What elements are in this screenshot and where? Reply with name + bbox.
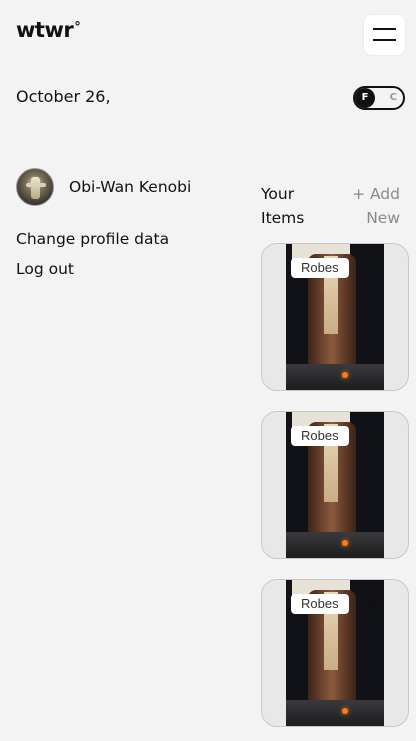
temperature-unit-toggle[interactable]: F C (353, 86, 405, 110)
change-profile-data-link[interactable]: Change profile data (16, 229, 169, 249)
current-date: October 26, (16, 87, 111, 106)
item-label: Robes (291, 426, 349, 446)
item-card[interactable]: Robes (261, 579, 409, 727)
logout-link[interactable]: Log out (16, 259, 74, 279)
hamburger-menu-icon-bar (373, 39, 396, 41)
item-label: Robes (291, 594, 349, 614)
toggle-active-unit: F (355, 88, 375, 108)
your-items-heading: Your Items (261, 185, 305, 227)
menu-button[interactable] (364, 15, 405, 55)
item-label: Robes (291, 258, 349, 278)
heart-outline-icon[interactable] (361, 427, 381, 445)
item-card[interactable]: Robes (261, 411, 409, 559)
username: Obi-Wan Kenobi (69, 178, 192, 196)
hamburger-menu-icon (373, 28, 396, 30)
app-logo[interactable]: wtwr° (16, 18, 81, 42)
logo-degree-mark: ° (74, 20, 81, 35)
item-card[interactable]: Robes (261, 243, 409, 391)
avatar (16, 168, 54, 206)
heart-outline-icon[interactable] (361, 259, 381, 277)
heart-filled-icon[interactable] (361, 595, 381, 613)
logo-text: wtwr (16, 18, 74, 42)
add-new-button[interactable]: + Add New (334, 182, 400, 230)
toggle-inactive-unit: C (389, 92, 397, 103)
app-header: wtwr° October 26, F C (0, 0, 416, 130)
